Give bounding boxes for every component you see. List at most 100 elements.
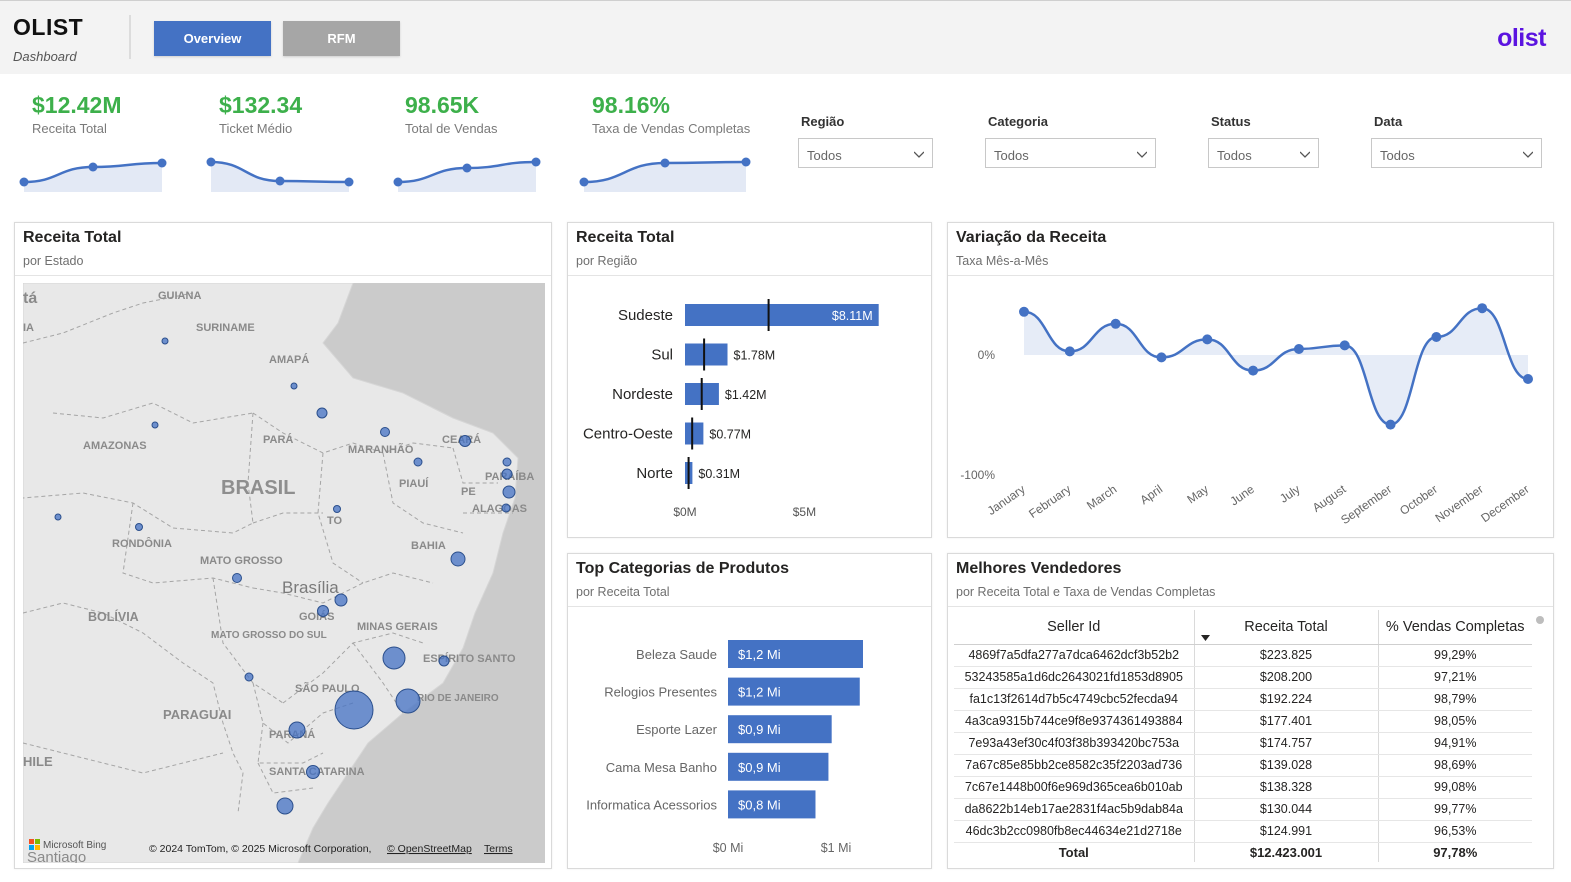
table-row[interactable]: 7a67c85e85bb2ce8582c35f2203ad736 $139.028… bbox=[954, 754, 1532, 777]
x-tick-label: $0M bbox=[673, 505, 696, 519]
bar[interactable] bbox=[685, 343, 728, 366]
column-header-receita[interactable]: Receita Total bbox=[1193, 610, 1378, 645]
kpi-value: $12.42M bbox=[32, 92, 122, 118]
bar-value-label: $8.11M bbox=[832, 309, 873, 323]
seller-id-cell: 7e93a43ef30c4f03f38b393420bc753a bbox=[954, 732, 1194, 755]
line-point[interactable] bbox=[1385, 419, 1396, 430]
tab-overview[interactable]: Overview bbox=[154, 21, 271, 56]
x-tick-label: $0 Mi bbox=[713, 841, 744, 855]
sparkline-point bbox=[19, 177, 29, 187]
seller-id-cell: 4a3ca9315b744ce9f8e9374361493884 bbox=[954, 710, 1194, 733]
table-row[interactable]: 4a3ca9315b744ce9f8e9374361493884 $177.401… bbox=[954, 710, 1532, 733]
state-bubble bbox=[413, 457, 423, 467]
sparkline-vendas bbox=[393, 157, 541, 192]
table-row[interactable]: 7c67e1448b00f6e969d365cea6b010ab $138.328… bbox=[954, 776, 1532, 799]
vendas-cell: 98,79% bbox=[1377, 688, 1532, 711]
state-bubble bbox=[276, 797, 294, 815]
bing-logo-square bbox=[29, 845, 34, 850]
filter-data-dropdown[interactable]: Todos bbox=[1371, 138, 1542, 168]
table-row[interactable]: 7e93a43ef30c4f03f38b393420bc753a $174.757… bbox=[954, 732, 1532, 755]
table-row[interactable]: fa1c13f2614d7b5c4749cbc52fecda94 $192.224… bbox=[954, 688, 1532, 711]
x-tick-label: November bbox=[1433, 482, 1486, 525]
sellers-table-card: Melhores Vendedores por Receita Total e … bbox=[947, 553, 1554, 869]
line-point[interactable] bbox=[1110, 318, 1121, 329]
divider bbox=[948, 606, 1553, 607]
bar-category-label: Informatica Acessorios bbox=[586, 797, 717, 812]
state-bubble bbox=[316, 407, 328, 419]
line-point[interactable] bbox=[1339, 340, 1350, 351]
line-point[interactable] bbox=[1156, 352, 1167, 363]
bar-category-label: Relogios Presentes bbox=[604, 685, 717, 700]
table-row[interactable]: 4869f7a5dfa277a7dca6462dcf3b52b2 $223.825… bbox=[954, 644, 1532, 667]
sparkline-taxa bbox=[579, 157, 751, 192]
state-bubble bbox=[232, 573, 242, 583]
map-label: SURINAME bbox=[196, 322, 255, 334]
region-bar-chart[interactable]: Sudeste $8.11M Sul $1.78M Nordeste $1.42M Cent… bbox=[568, 283, 931, 533]
filter-categoria-dropdown[interactable]: Todos bbox=[985, 138, 1156, 168]
categories-bar-chart[interactable]: Beleza Saude $1,2 Mi Relogios Presentes $1,… bbox=[568, 614, 931, 866]
seller-id-cell: 46dc3b2cc0980fb8ec44634e21d2718e bbox=[954, 820, 1194, 843]
line-point[interactable] bbox=[1019, 306, 1029, 317]
state-bubble bbox=[450, 551, 466, 567]
line-point[interactable] bbox=[1064, 346, 1075, 357]
map-attribution: © 2024 TomTom, © 2025 Microsoft Corporat… bbox=[149, 843, 371, 855]
osm-link[interactable]: © OpenStreetMap bbox=[387, 843, 472, 855]
sparkline-point bbox=[275, 176, 285, 186]
state-bubble bbox=[382, 646, 406, 670]
seller-id-cell: 4869f7a5dfa277a7dca6462dcf3b52b2 bbox=[954, 644, 1194, 667]
map-label: MARANHÃO bbox=[348, 443, 414, 456]
map-label: GUIANA bbox=[158, 290, 201, 302]
filter-status-dropdown[interactable]: Todos bbox=[1208, 138, 1319, 168]
column-header-seller-id[interactable]: Seller Id bbox=[954, 610, 1194, 645]
scrollbar-thumb[interactable] bbox=[1536, 616, 1544, 624]
map-label: ESPÍRITO SANTO bbox=[423, 652, 516, 665]
bar[interactable] bbox=[685, 422, 704, 445]
state-bubble bbox=[502, 457, 512, 467]
bar-value-label: $0,9 Mi bbox=[738, 722, 781, 737]
table-row[interactable]: da8622b14eb17ae2831f4ac5b9dab84a $130.044… bbox=[954, 798, 1532, 821]
receita-cell: $208.200 bbox=[1193, 666, 1378, 689]
bar-value-label: $1,2 Mi bbox=[738, 647, 781, 662]
tab-rfm[interactable]: RFM bbox=[283, 21, 400, 56]
table-row[interactable]: 53243585a1d6dc2643021fd1853d8905 $208.200… bbox=[954, 666, 1532, 689]
card-title: Receita Total bbox=[576, 229, 675, 246]
y-tick-label: -100% bbox=[960, 468, 995, 482]
line-point[interactable] bbox=[1202, 334, 1213, 345]
card-title: Top Categorias de Produtos bbox=[576, 560, 790, 577]
divider bbox=[948, 275, 1553, 276]
table-row[interactable]: 46dc3b2cc0980fb8ec44634e21d2718e $124.991… bbox=[954, 820, 1532, 843]
kpi-receita-total: $12.42M Receita Total bbox=[32, 92, 122, 136]
brazil-map[interactable]: GUIANA SURINAME AMAPÁ AMAZONAS PARÁ MARA… bbox=[23, 283, 545, 863]
variation-line-chart[interactable]: 0% -100%JanuaryFebruary March April May June J… bbox=[948, 283, 1553, 537]
filter-regiao-dropdown[interactable]: Todos bbox=[798, 138, 933, 168]
line-point[interactable] bbox=[1477, 303, 1488, 314]
filter-label-categoria: Categoria bbox=[988, 114, 1048, 129]
kpi-value: $132.34 bbox=[219, 92, 303, 118]
state-bubble bbox=[161, 337, 169, 345]
map-label: MATO GROSSO bbox=[200, 555, 283, 567]
line-point[interactable] bbox=[1431, 332, 1442, 342]
line-point[interactable] bbox=[1523, 374, 1533, 384]
state-bubble bbox=[290, 382, 298, 390]
app-subtitle: Dashboard bbox=[13, 49, 77, 64]
bar-category-label: Cama Mesa Banho bbox=[606, 760, 717, 775]
chevron-down-icon bbox=[1300, 151, 1310, 158]
vendas-cell: 98,69% bbox=[1377, 754, 1532, 777]
kpi-ticket-medio: $132.34 Ticket Médio bbox=[219, 92, 302, 136]
sparkline-point bbox=[531, 157, 541, 167]
vendas-cell: 99,29% bbox=[1377, 644, 1532, 667]
line-area bbox=[1024, 308, 1528, 425]
bar-category-label: Sul bbox=[651, 347, 673, 364]
state-bubble bbox=[438, 655, 450, 667]
sparkline-ticket bbox=[206, 157, 354, 192]
map-label: GOIÁS bbox=[299, 610, 334, 623]
line-point[interactable] bbox=[1248, 365, 1259, 376]
state-bubble bbox=[151, 421, 159, 429]
map-label: PARAGUAI bbox=[163, 707, 231, 722]
total-label: Total bbox=[1058, 844, 1089, 860]
column-header-vendas[interactable]: % Vendas Completas bbox=[1377, 610, 1532, 645]
bing-label: Microsoft Bing bbox=[43, 840, 106, 851]
map-label: BOLÍVIA bbox=[88, 609, 139, 624]
terms-link[interactable]: Terms bbox=[484, 843, 513, 855]
line-point[interactable] bbox=[1293, 344, 1304, 354]
